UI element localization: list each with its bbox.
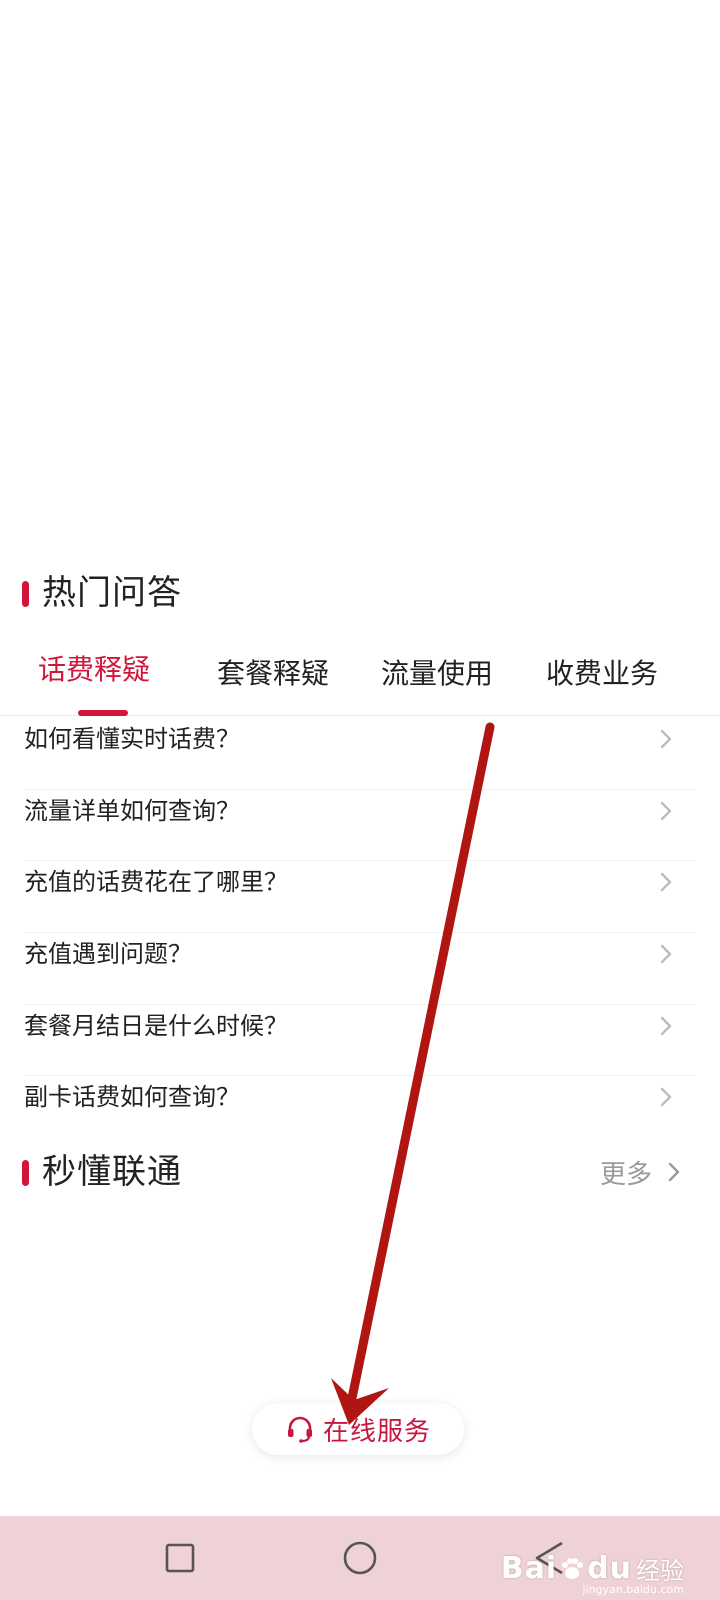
tab-data-usage[interactable]: 流量使用 bbox=[381, 654, 493, 720]
watermark-url: jingyan.baidu.com bbox=[582, 1583, 684, 1596]
online-service-button[interactable]: 在线服务 bbox=[252, 1403, 464, 1455]
faq-list: 如何看懂实时话费？ 流量详单如何查询？ 充值的话费花在了哪里？ 充值遇到问题？ … bbox=[0, 718, 720, 1148]
watermark-cn-text: 经验 bbox=[636, 1557, 684, 1585]
watermark-logo-text: Bai bbox=[500, 1551, 558, 1586]
faq-question: 套餐月结日是什么时候？ bbox=[24, 1011, 288, 1040]
headset-icon bbox=[287, 1416, 312, 1443]
faq-question: 副卡话费如何查询？ bbox=[24, 1083, 240, 1112]
chevron-right-icon bbox=[660, 1088, 672, 1107]
chevron-right-icon bbox=[660, 801, 672, 820]
miaodong-title: 秒懂联通 bbox=[42, 1152, 182, 1192]
chevron-right-icon bbox=[660, 729, 672, 749]
more-label: 更多 bbox=[599, 1159, 652, 1190]
faq-question: 如何看懂实时话费？ bbox=[24, 725, 240, 753]
faq-item[interactable]: 充值的话费花在了哪里？ bbox=[0, 861, 720, 933]
chevron-right-icon bbox=[660, 1016, 672, 1035]
hot-qa-header: 热门问答 bbox=[0, 563, 720, 623]
faq-question: 充值遇到问题？ bbox=[24, 940, 192, 969]
system-navigation-bar: Bai du 经验 jingyan.baidu.com bbox=[0, 1516, 720, 1600]
chevron-right-icon bbox=[660, 944, 672, 964]
faq-item[interactable]: 充值遇到问题？ bbox=[0, 933, 720, 1005]
faq-question: 充值的话费花在了哪里？ bbox=[24, 868, 288, 897]
faq-item[interactable]: 流量详单如何查询？ bbox=[0, 790, 720, 862]
section-accent-bar bbox=[22, 581, 29, 607]
tab-charged-services[interactable]: 收费业务 bbox=[546, 654, 658, 720]
watermark-logo-suffix: du bbox=[587, 1551, 632, 1586]
baidu-paw-icon bbox=[562, 1557, 584, 1579]
faq-item[interactable]: 如何看懂实时话费？ bbox=[0, 718, 720, 790]
faq-question: 流量详单如何查询？ bbox=[24, 796, 240, 825]
more-link[interactable]: 更多 bbox=[600, 1150, 684, 1194]
chevron-right-icon bbox=[668, 1162, 680, 1182]
tab-fee[interactable]: 话费释疑 bbox=[38, 650, 150, 716]
tab-plan[interactable]: 套餐释疑 bbox=[217, 654, 329, 720]
active-tab-indicator bbox=[78, 710, 128, 716]
online-service-label: 在线服务 bbox=[322, 1416, 431, 1447]
content-blank-area bbox=[0, 0, 720, 560]
baidu-jingyan-watermark: Bai du 经验 jingyan.baidu.com bbox=[500, 1551, 684, 1596]
faq-item[interactable]: 套餐月结日是什么时候？ bbox=[0, 1005, 720, 1077]
square-icon bbox=[165, 1543, 195, 1573]
recent-apps-button[interactable] bbox=[140, 1516, 220, 1600]
faq-item[interactable]: 副卡话费如何查询？ bbox=[0, 1076, 720, 1148]
section-accent-bar bbox=[22, 1160, 29, 1186]
hot-qa-tabs: 话费释疑 套餐释疑 流量使用 收费业务 bbox=[0, 650, 720, 716]
chevron-right-icon bbox=[660, 873, 672, 892]
home-button[interactable] bbox=[320, 1516, 400, 1600]
circle-icon bbox=[343, 1541, 377, 1575]
miaodong-header: 秒懂联通 更多 bbox=[0, 1142, 720, 1202]
hot-qa-title: 热门问答 bbox=[42, 573, 182, 613]
